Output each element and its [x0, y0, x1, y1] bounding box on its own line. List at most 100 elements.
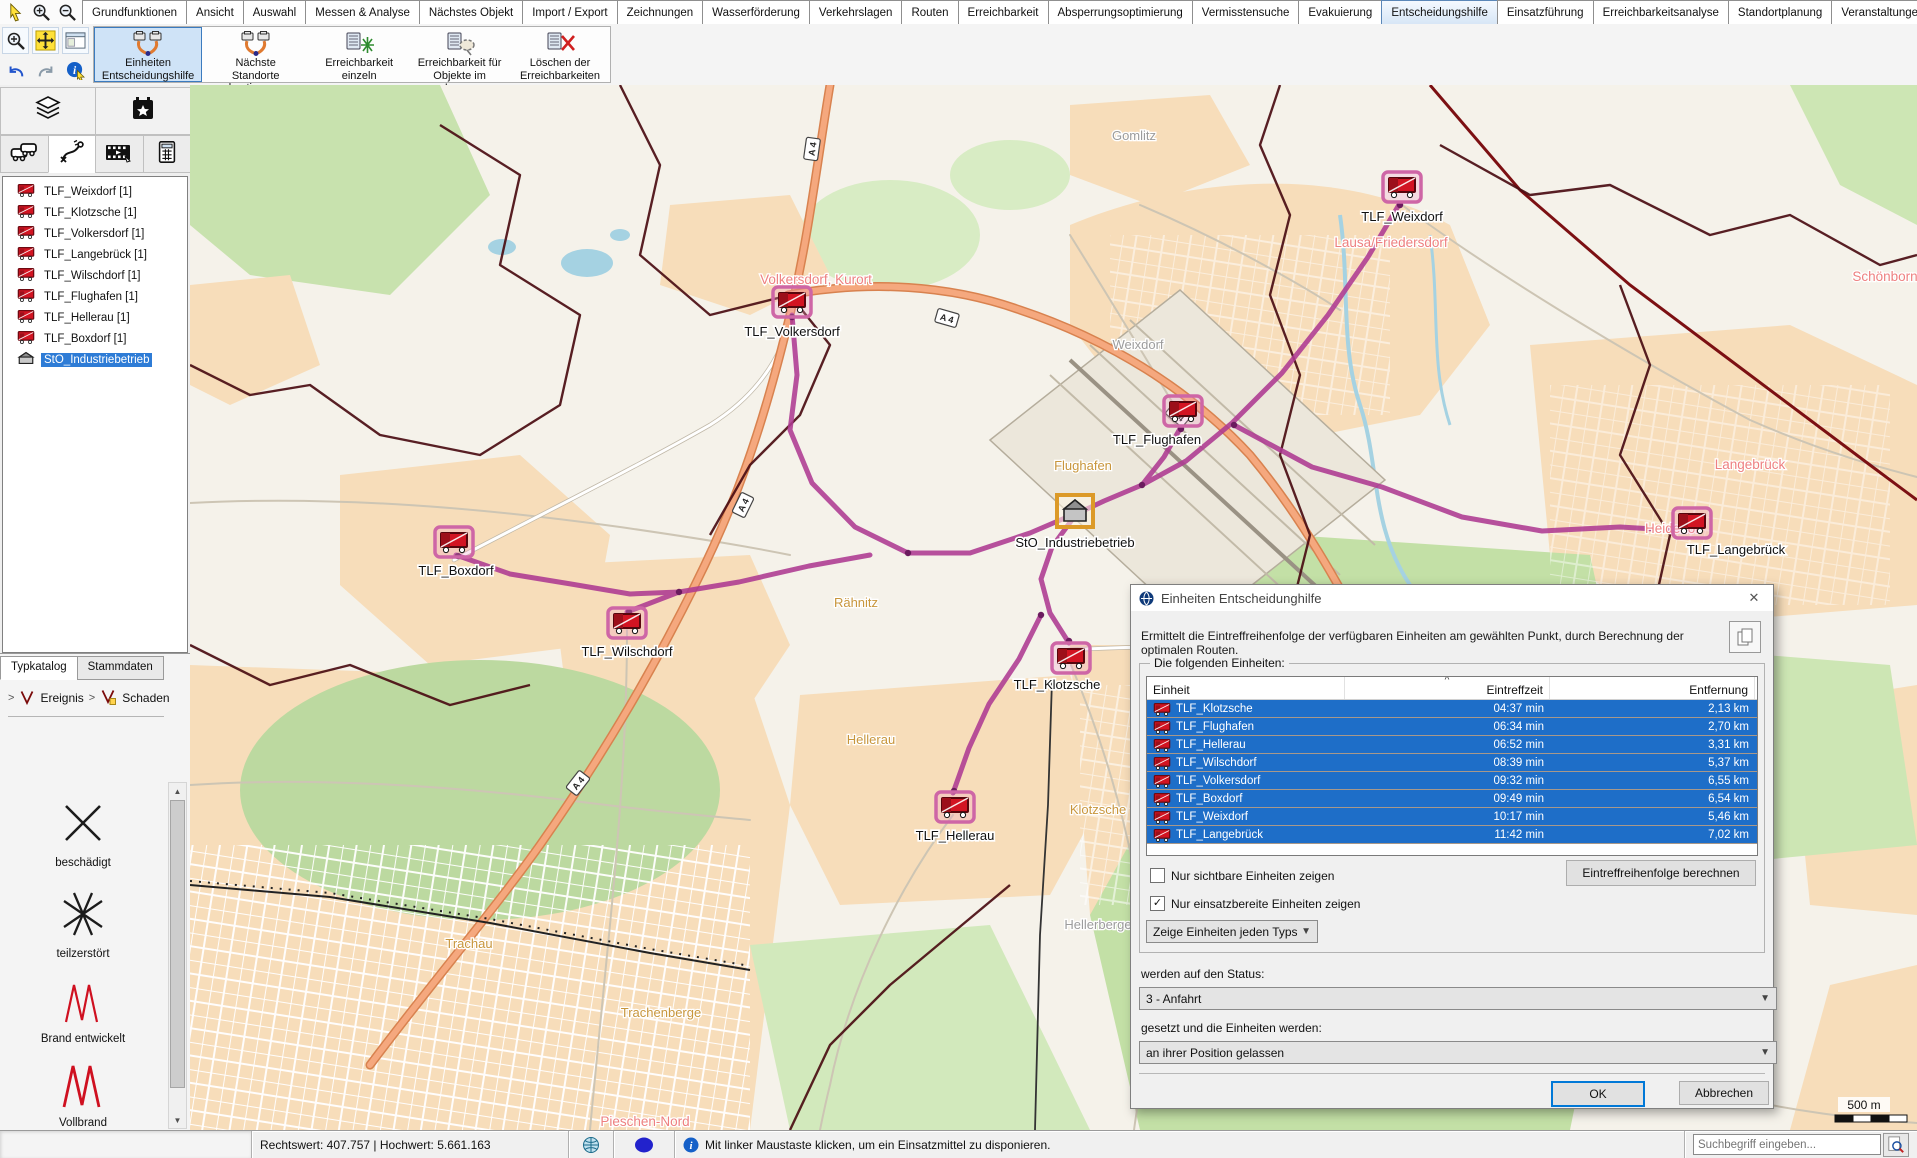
- menu-tab-vermisstensuche[interactable]: Vermisstensuche: [1192, 0, 1300, 24]
- scroll-up-icon[interactable]: ▲: [169, 783, 186, 799]
- visible-only-checkbox[interactable]: [1150, 868, 1165, 883]
- symbol-teilzerstört[interactable]: teilzerstört: [13, 887, 153, 962]
- scroll-down-icon[interactable]: ▼: [169, 1112, 186, 1128]
- copy-icon[interactable]: [1729, 621, 1761, 653]
- fire-engine-icon: [17, 330, 35, 347]
- sidebar-tab-route[interactable]: [48, 135, 97, 173]
- menu-tab-veranstaltungen[interactable]: Veranstaltungen: [1831, 0, 1917, 24]
- dialog-title-bar[interactable]: Einheiten Entscheidunghilfe ✕: [1131, 585, 1773, 611]
- menu-tab-messen-analyse[interactable]: Messen & Analyse: [305, 0, 420, 24]
- globe-icon[interactable]: [569, 1131, 614, 1158]
- menu-tab-nächstes-objekt[interactable]: Nächstes Objekt: [419, 0, 523, 24]
- fire-developed-symbol-icon: [59, 978, 107, 1031]
- menu-tab-zeichnungen[interactable]: Zeichnungen: [617, 0, 704, 24]
- units-table-body[interactable]: TLF_Klotzsche04:37 min2,13 kmTLF_Flughaf…: [1147, 700, 1757, 844]
- catalog-tab-stammdaten[interactable]: Stammdaten: [77, 656, 164, 680]
- unit-list-item-tlf-langebrück-1[interactable]: TLF_Langebrück [1]: [3, 244, 187, 265]
- breadcrumb-ereignis[interactable]: Ereignis: [40, 691, 83, 705]
- unit-list[interactable]: TLF_Weixdorf [1]TLF_Klotzsche [1]TLF_Vol…: [2, 176, 188, 653]
- unit-list-item-sto-industriebetrieb[interactable]: StO_Industriebetrieb: [3, 349, 187, 370]
- column-header-entfernung[interactable]: Entfernung: [1550, 677, 1755, 699]
- status-dropdown[interactable]: 3 - Anfahrt ▼: [1139, 987, 1777, 1010]
- zoom-in-icon[interactable]: [30, 1, 52, 23]
- menu-tab-routen[interactable]: Routen: [901, 0, 958, 24]
- menu-tab-auswahl[interactable]: Auswahl: [243, 0, 306, 24]
- zoom-out-icon[interactable]: [56, 1, 78, 23]
- menu-tab-verkehrslagen[interactable]: Verkehrslagen: [809, 0, 903, 24]
- info-pointer-icon[interactable]: i: [62, 57, 89, 84]
- catalog-breadcrumb[interactable]: >Ereignis>Schaden: [0, 680, 190, 714]
- table-row-tlf-hellerau[interactable]: TLF_Hellerau06:52 min3,31 km: [1147, 736, 1757, 754]
- after-dropdown[interactable]: an ihrer Position gelassen ▼: [1139, 1041, 1777, 1064]
- sidebar-tab-video[interactable]: [95, 135, 144, 173]
- unit-list-item-tlf-wilschdorf-1[interactable]: TLF_Wilschdorf [1]: [3, 265, 187, 286]
- unit-list-item-tlf-klotzsche-1[interactable]: TLF_Klotzsche [1]: [3, 202, 187, 223]
- menu-tab-erreichbarkeitsanalyse[interactable]: Erreichbarkeitsanalyse: [1593, 0, 1729, 24]
- symbol-beschädigt[interactable]: beschädigt: [13, 796, 153, 871]
- unit-list-item-tlf-flughafen-1[interactable]: TLF_Flughafen [1]: [3, 286, 187, 307]
- menu-tab-entscheidungshilfe[interactable]: Entscheidungshilfe: [1381, 0, 1498, 24]
- unit-list-item-tlf-weixdorf-1[interactable]: TLF_Weixdorf [1]: [3, 181, 187, 202]
- table-row-tlf-flughafen[interactable]: TLF_Flughafen06:34 min2,70 km: [1147, 718, 1757, 736]
- column-header-einheit[interactable]: Einheit: [1147, 677, 1345, 699]
- column-header-eintreffzeit[interactable]: ^Eintreffzeit: [1345, 677, 1550, 699]
- compute-order-button[interactable]: Eintreffreihenfolge berechnen: [1566, 860, 1756, 886]
- ribbon-button-einheiten-entscheidungshilfe[interactable]: Einheiten Entscheidungshilfe: [94, 27, 202, 82]
- table-row-tlf-volkersdorf[interactable]: TLF_Volkersdorf09:32 min6,55 km: [1147, 772, 1757, 790]
- scrollbar-thumb[interactable]: [170, 800, 185, 1088]
- menu-bar: GrundfunktionenAnsichtAuswahlMessen & An…: [0, 0, 1917, 25]
- catalog-tab-typkatalog[interactable]: Typkatalog: [0, 656, 78, 680]
- visible-only-row[interactable]: Nur sichtbare Einheiten zeigen: [1150, 868, 1334, 883]
- menu-tab-wasserförderung[interactable]: Wasserförderung: [702, 0, 810, 24]
- sidebar-tab-vehicles[interactable]: [0, 135, 49, 173]
- unit-list-item-tlf-hellerau-1[interactable]: TLF_Hellerau [1]: [3, 307, 187, 328]
- ready-only-checkbox[interactable]: ✓: [1150, 896, 1165, 911]
- cancel-button[interactable]: Abbrechen: [1679, 1081, 1769, 1105]
- cursor-icon[interactable]: [4, 1, 26, 23]
- table-row-tlf-boxdorf[interactable]: TLF_Boxdorf09:49 min6,54 km: [1147, 790, 1757, 808]
- close-icon[interactable]: ✕: [1737, 585, 1771, 610]
- table-row-tlf-langebrück[interactable]: TLF_Langebrück11:42 min7,02 km: [1147, 826, 1757, 844]
- menu-tab-evakuierung[interactable]: Evakuierung: [1298, 0, 1382, 24]
- units-decision-icon: [130, 31, 166, 57]
- ribbon-button-nächste-standorte-bestimmen[interactable]: Nächste Standorte bestimmen: [202, 27, 309, 82]
- table-row-tlf-klotzsche[interactable]: TLF_Klotzsche04:37 min2,13 km: [1147, 700, 1757, 718]
- zoom-tool-icon[interactable]: [2, 27, 29, 54]
- menu-tab-einsatzführung[interactable]: Einsatzführung: [1497, 0, 1594, 24]
- menu-tab-erreichbarkeit[interactable]: Erreichbarkeit: [958, 0, 1049, 24]
- menu-tab-standortplanung[interactable]: Standortplanung: [1728, 0, 1832, 24]
- redo-icon[interactable]: [32, 57, 59, 84]
- symbol-vollbrand[interactable]: Vollbrand: [13, 1062, 153, 1131]
- table-row-tlf-wilschdorf[interactable]: TLF_Wilschdorf08:39 min5,37 km: [1147, 754, 1757, 772]
- symbol-list[interactable]: beschädigt teilzerstört Brand entwickelt Vo…: [0, 782, 166, 1131]
- search-input[interactable]: [1693, 1134, 1881, 1155]
- layout-panel-icon[interactable]: [62, 27, 89, 54]
- menu-tab-grundfunktionen[interactable]: Grundfunktionen: [82, 0, 187, 24]
- menu-tab-ansicht[interactable]: Ansicht: [186, 0, 244, 24]
- catalog-scrollbar[interactable]: ▲ ▼: [168, 782, 187, 1129]
- unit-list-item-tlf-volkersdorf-1[interactable]: TLF_Volkersdorf [1]: [3, 223, 187, 244]
- sidebar-tab-layers[interactable]: [0, 87, 96, 135]
- map-marker-tlf-klotzsche[interactable]: TLF_Klotzsche: [1014, 643, 1101, 692]
- sidebar-tab-favorites-calendar[interactable]: [95, 87, 191, 135]
- symbol-brand-entwickelt[interactable]: Brand entwickelt: [13, 978, 153, 1047]
- units-table-header[interactable]: Einheit^EintreffzeitEntfernung: [1147, 677, 1757, 700]
- place-label-trachenberge: Trachenberge: [621, 1005, 701, 1020]
- ribbon-button-erreichbarkeit-einzeln[interactable]: Erreichbarkeit einzeln: [309, 27, 409, 82]
- ribbon-button-label: Einheiten Entscheidungshilfe: [102, 57, 194, 82]
- menu-tab-import-export[interactable]: Import / Export: [522, 0, 617, 24]
- undo-icon[interactable]: [2, 57, 29, 84]
- ribbon-button-erreichbarkeit-für-objekte-im-lasso[interactable]: Erreichbarkeit für Objekte im Lasso: [409, 27, 510, 82]
- search-icon[interactable]: [1883, 1133, 1909, 1157]
- pan-tool-icon[interactable]: [32, 27, 59, 54]
- sidebar-tab-calculator[interactable]: [143, 135, 192, 173]
- ready-only-row[interactable]: ✓ Nur einsatzbereite Einheiten zeigen: [1150, 896, 1360, 911]
- ribbon-button-löschen-der-erreichbarkeiten[interactable]: Löschen der Erreichbarkeiten: [510, 27, 610, 82]
- table-row-tlf-weixdorf[interactable]: TLF_Weixdorf10:17 min5,46 km: [1147, 808, 1757, 826]
- unit-list-item-tlf-boxdorf-1[interactable]: TLF_Boxdorf [1]: [3, 328, 187, 349]
- breadcrumb-schaden[interactable]: Schaden: [122, 691, 169, 705]
- menu-tab-absperrungsoptimierung[interactable]: Absperrungsoptimierung: [1048, 0, 1193, 24]
- ok-button[interactable]: OK: [1551, 1081, 1645, 1107]
- type-filter-dropdown[interactable]: Zeige Einheiten jeden Typs ▼: [1146, 920, 1318, 943]
- units-table[interactable]: Einheit^EintreffzeitEntfernung TLF_Klotz…: [1146, 676, 1758, 856]
